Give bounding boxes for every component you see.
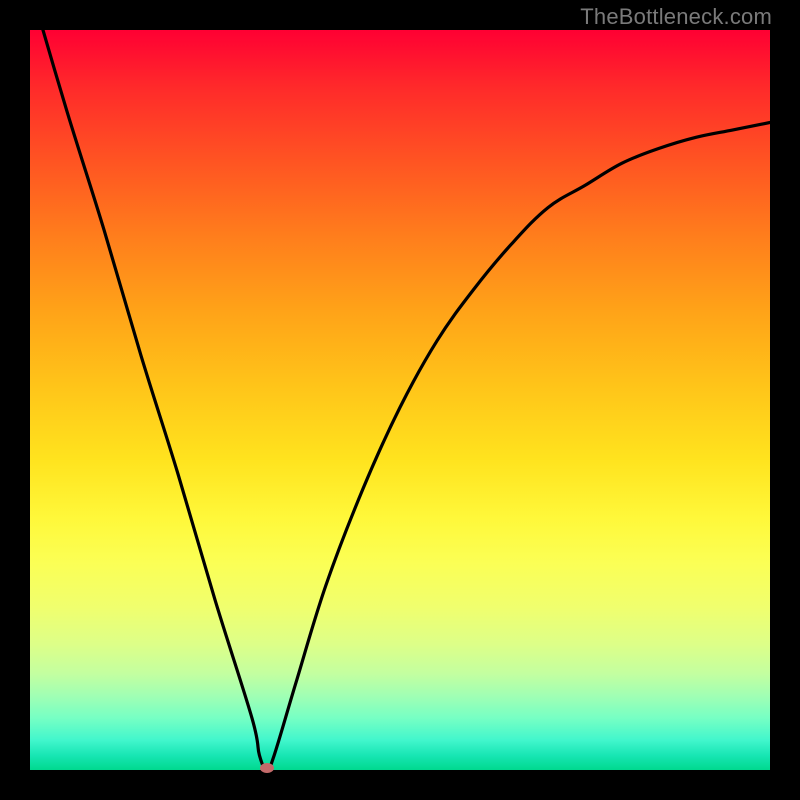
optimal-point-marker (260, 763, 274, 773)
watermark-text: TheBottleneck.com (580, 4, 772, 30)
plot-area (30, 30, 770, 770)
bottleneck-curve (30, 30, 770, 770)
curve-svg (30, 30, 770, 770)
chart-frame: TheBottleneck.com (0, 0, 800, 800)
